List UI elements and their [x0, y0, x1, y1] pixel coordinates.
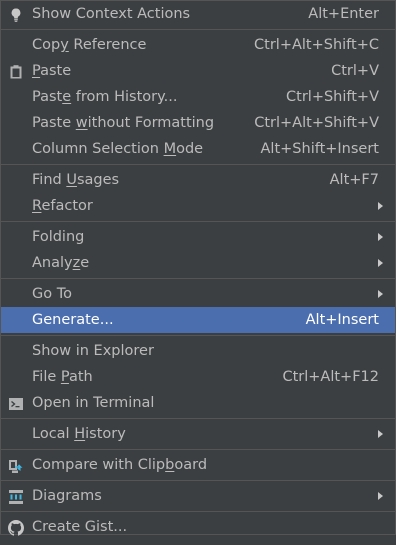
- menu-item-go-to[interactable]: Go To: [1, 281, 395, 307]
- menu-item-label: Analyze: [32, 255, 90, 271]
- menu-item-label: Compare with Clipboard: [32, 457, 208, 473]
- menu-item-label: Open in Terminal: [32, 395, 155, 411]
- menu-separator: [1, 448, 395, 450]
- menu-item-label: Show Context Actions: [32, 6, 191, 22]
- menu-item-paste[interactable]: Paste Ctrl+V: [1, 58, 395, 84]
- menu-item-label: Column Selection Mode: [32, 141, 204, 157]
- menu-item-open-in-terminal[interactable]: Open in Terminal: [1, 390, 395, 416]
- menu-separator: [1, 163, 395, 165]
- menu-item-label: Paste: [32, 63, 72, 79]
- menu-item-label: Refactor: [32, 198, 93, 214]
- menu-item-label: Show in Explorer: [32, 343, 154, 359]
- menu-item-paste-from-history[interactable]: Paste from History... Ctrl+Shift+V: [1, 84, 395, 110]
- menu-item-analyze[interactable]: Analyze: [1, 250, 395, 276]
- submenu-arrow-icon: [378, 259, 383, 267]
- menu-item-label: Find Usages: [32, 172, 120, 188]
- menu-item-label: Local History: [32, 426, 126, 442]
- menu-separator: [1, 479, 395, 481]
- menu-item-diagrams[interactable]: Diagrams: [1, 483, 395, 509]
- menu-item-label: Paste from History...: [32, 89, 178, 105]
- menu-item-find-usages[interactable]: Find Usages Alt+F7: [1, 167, 395, 193]
- submenu-arrow-icon: [378, 290, 383, 298]
- menu-item-shortcut: Ctrl+Shift+V: [286, 89, 379, 105]
- menu-separator: [1, 417, 395, 419]
- menu-item-label: Copy Reference: [32, 37, 147, 53]
- diagram-icon: [8, 488, 24, 504]
- menu-separator: [1, 510, 395, 512]
- menu-item-shortcut: Ctrl+V: [331, 63, 379, 79]
- submenu-arrow-icon: [378, 492, 383, 500]
- menu-item-shortcut: Ctrl+Alt+F12: [282, 369, 379, 385]
- menu-item-shortcut: Ctrl+Alt+Shift+V: [254, 115, 379, 131]
- menu-item-label: Go To: [32, 286, 72, 302]
- submenu-arrow-icon: [378, 430, 383, 438]
- menu-item-column-selection-mode[interactable]: Column Selection Mode Alt+Shift+Insert: [1, 136, 395, 162]
- menu-item-label: Generate...: [32, 312, 114, 328]
- menu-item-shortcut: Alt+F7: [329, 172, 379, 188]
- menu-item-label: Create Gist...: [32, 519, 128, 535]
- menu-item-shortcut: Alt+Shift+Insert: [260, 141, 379, 157]
- menu-item-label: Diagrams: [32, 488, 102, 504]
- menu-item-shortcut: Alt+Insert: [305, 312, 379, 328]
- menu-separator: [1, 28, 395, 30]
- clipboard-icon: [8, 63, 24, 79]
- menu-item-refactor[interactable]: Refactor: [1, 193, 395, 219]
- menu-item-copy-reference[interactable]: Copy Reference Ctrl+Alt+Shift+C: [1, 32, 395, 58]
- submenu-arrow-icon: [378, 202, 383, 210]
- lightbulb-icon: [8, 6, 24, 22]
- menu-item-create-gist[interactable]: Create Gist...: [1, 514, 395, 540]
- menu-item-generate[interactable]: Generate... Alt+Insert: [1, 307, 395, 333]
- menu-item-label: Paste without Formatting: [32, 115, 215, 131]
- menu-item-paste-without-formatting[interactable]: Paste without Formatting Ctrl+Alt+Shift+V: [1, 110, 395, 136]
- menu-item-shortcut: Alt+Enter: [308, 6, 379, 22]
- menu-separator: [1, 277, 395, 279]
- menu-item-file-path[interactable]: File Path Ctrl+Alt+F12: [1, 364, 395, 390]
- context-menu: Show Context Actions Alt+Enter Copy Refere…: [0, 0, 396, 536]
- menu-item-compare-with-clipboard[interactable]: Compare with Clipboard: [1, 452, 395, 478]
- menu-separator: [1, 220, 395, 222]
- menu-item-show-in-explorer[interactable]: Show in Explorer: [1, 338, 395, 364]
- menu-item-label: File Path: [32, 369, 93, 385]
- menu-item-show-context-actions[interactable]: Show Context Actions Alt+Enter: [1, 1, 395, 27]
- menu-item-folding[interactable]: Folding: [1, 224, 395, 250]
- terminal-icon: [8, 395, 24, 411]
- menu-item-label: Folding: [32, 229, 85, 245]
- menu-item-shortcut: Ctrl+Alt+Shift+C: [254, 37, 379, 53]
- submenu-arrow-icon: [378, 233, 383, 241]
- menu-separator: [1, 334, 395, 336]
- menu-item-local-history[interactable]: Local History: [1, 421, 395, 447]
- compare-icon: [8, 457, 24, 473]
- github-icon: [8, 519, 24, 536]
